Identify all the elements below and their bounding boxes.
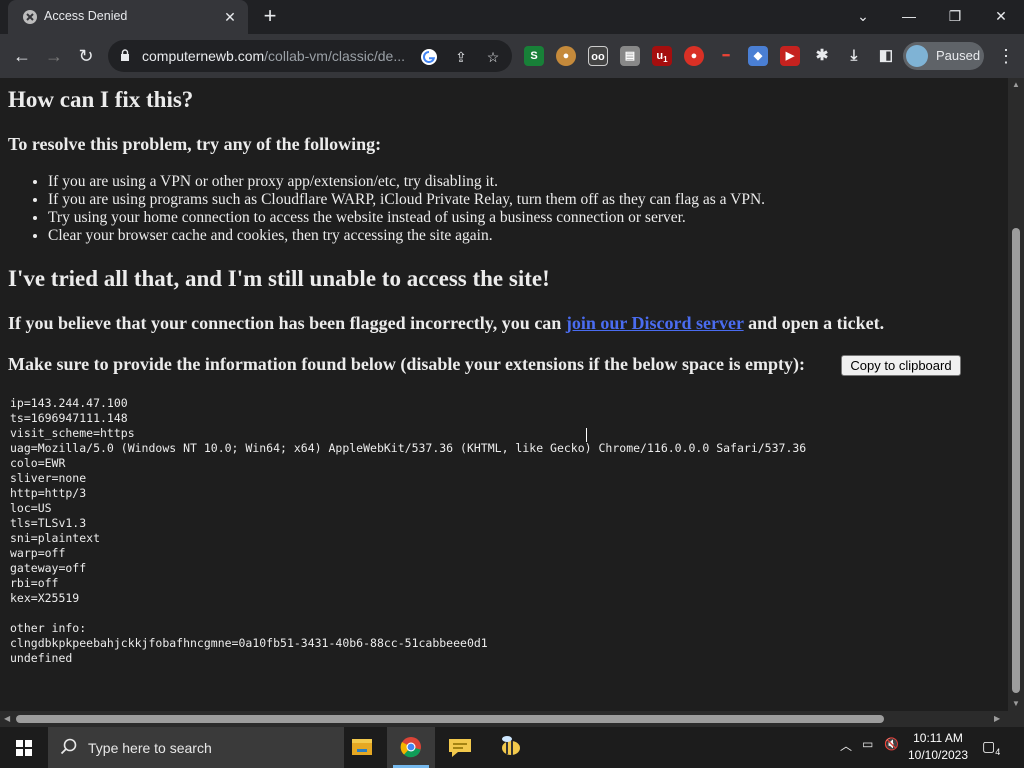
file-explorer-icon[interactable]	[338, 727, 386, 768]
address-bar[interactable]: computernewb.com/collab-vm/classic/de...…	[108, 40, 512, 72]
taskbar-search-box[interactable]: Type here to search	[48, 727, 344, 768]
network-icon[interactable]: ▭	[862, 737, 873, 751]
scroll-left-icon[interactable]: ◀	[4, 714, 14, 724]
scroll-up-icon[interactable]: ▲	[1011, 80, 1021, 90]
avatar	[906, 45, 928, 67]
chrome-icon	[400, 737, 421, 758]
extension-red-dash-icon[interactable]: ━	[716, 46, 736, 66]
clock-time: 10:11 AM	[913, 731, 963, 745]
new-tab-button[interactable]: +	[258, 5, 282, 28]
horizontal-scroll-thumb[interactable]	[16, 715, 884, 723]
ublock-icon[interactable]: u1	[652, 46, 672, 66]
volume-muted-icon[interactable]: 🔇	[884, 737, 899, 751]
profile-status-label: Paused	[936, 48, 981, 63]
tab-access-denied[interactable]: Access Denied ✕	[8, 0, 248, 34]
forward-button[interactable]: →	[42, 44, 66, 68]
subheading-resolve: To resolve this problem, try any of the …	[8, 134, 382, 154]
lock-icon[interactable]	[120, 49, 130, 61]
browser-menu-icon[interactable]: ⋮	[994, 44, 1018, 68]
scroll-down-icon[interactable]: ▼	[1011, 699, 1021, 709]
notification-count: 4	[995, 746, 1001, 757]
list-item: Clear your browser cache and cookies, th…	[48, 227, 765, 245]
horizontal-scrollbar[interactable]: ◀ ▶	[0, 711, 1008, 727]
back-button[interactable]: ←	[10, 44, 34, 68]
notification-center-icon[interactable]: ▢4	[982, 738, 1004, 758]
flagged-prefix: If you believe that your connection has …	[8, 313, 566, 333]
provide-info-text: Make sure to provide the information fou…	[8, 354, 806, 374]
cookie-extension-icon[interactable]: ●	[556, 46, 576, 66]
scrollbar-corner	[1008, 711, 1024, 727]
chat-app-icon[interactable]	[436, 727, 484, 768]
url-host: computernewb.com	[142, 48, 265, 64]
taskbar: Type here to search ︿ ▭ 🔇 10:11 AM 10/10…	[0, 727, 1024, 768]
tab-search-chevron-icon[interactable]: ⌄	[843, 4, 883, 28]
copy-to-clipboard-button[interactable]: Copy to clipboard	[841, 355, 961, 376]
windows-start-icon[interactable]	[0, 727, 48, 768]
downloads-icon[interactable]: ⤓	[844, 46, 864, 66]
extension-glasses-icon[interactable]: oo	[588, 46, 608, 66]
heading-still-unable: I've tried all that, and I'm still unabl…	[8, 266, 550, 291]
page-content: How can I fix this? To resolve this prob…	[0, 78, 1008, 711]
extension-blue-puzzle-icon[interactable]: ◆	[748, 46, 768, 66]
diagnostic-info-block[interactable]: ip=143.244.47.100 ts=1696947111.148 visi…	[10, 396, 806, 666]
extension-s-icon[interactable]: S	[524, 46, 544, 66]
tab-close-icon[interactable]: ✕	[220, 7, 240, 27]
list-item: If you are using programs such as Cloudf…	[48, 191, 765, 209]
url-text[interactable]: computernewb.com/collab-vm/classic/de...	[142, 48, 405, 64]
restore-button[interactable]: ❐	[935, 4, 975, 28]
extension-youtube-icon[interactable]: ▶	[780, 46, 800, 66]
extension-red-circle-icon[interactable]: ●	[684, 46, 704, 66]
bee-app-icon[interactable]	[487, 727, 535, 768]
clock-date: 10/10/2023	[907, 748, 969, 762]
heading-how-fix: How can I fix this?	[8, 87, 194, 112]
profile-button[interactable]: Paused	[903, 42, 984, 70]
search-placeholder: Type here to search	[88, 740, 212, 756]
chrome-taskbar-icon[interactable]	[387, 727, 435, 768]
google-lens-icon[interactable]	[420, 48, 438, 66]
browser-tab-strip: Access Denied ✕ + ⌄ — ❐ ✕	[0, 0, 1024, 34]
browser-toolbar: ← → ↻ computernewb.com/collab-vm/classic…	[0, 34, 1024, 78]
discord-link[interactable]: join our Discord server	[566, 313, 744, 333]
reload-button[interactable]: ↻	[74, 44, 98, 68]
site-favicon-icon	[23, 10, 37, 24]
list-item: Try using your home connection to access…	[48, 209, 765, 227]
extension-printer-icon[interactable]: ▤	[620, 46, 640, 66]
share-icon[interactable]: ⇪	[452, 48, 470, 66]
vertical-scrollbar[interactable]: ▲ ▼	[1008, 78, 1024, 711]
search-icon	[60, 738, 77, 755]
show-hidden-icons-chevron-icon[interactable]: ︿	[840, 737, 852, 754]
text-cursor-icon	[586, 428, 594, 442]
ublock-badge: 1	[663, 55, 668, 65]
bookmark-star-icon[interactable]: ☆	[484, 48, 502, 66]
taskbar-clock[interactable]: 10:11 AM 10/10/2023	[905, 730, 971, 764]
vertical-scroll-thumb[interactable]	[1012, 228, 1020, 693]
fix-list: If you are using a VPN or other proxy ap…	[48, 173, 765, 245]
minimize-button[interactable]: —	[889, 4, 929, 28]
scroll-right-icon[interactable]: ▶	[994, 714, 1004, 724]
flagged-paragraph: If you believe that your connection has …	[8, 313, 884, 334]
extensions-puzzle-icon[interactable]: ✱	[812, 46, 832, 66]
close-window-button[interactable]: ✕	[981, 4, 1021, 28]
list-item: If you are using a VPN or other proxy ap…	[48, 173, 765, 191]
tab-title: Access Denied	[44, 9, 128, 23]
url-path: /collab-vm/classic/de...	[264, 48, 405, 64]
side-panel-icon[interactable]: ◧	[876, 46, 896, 66]
flagged-suffix: and open a ticket.	[743, 313, 885, 333]
